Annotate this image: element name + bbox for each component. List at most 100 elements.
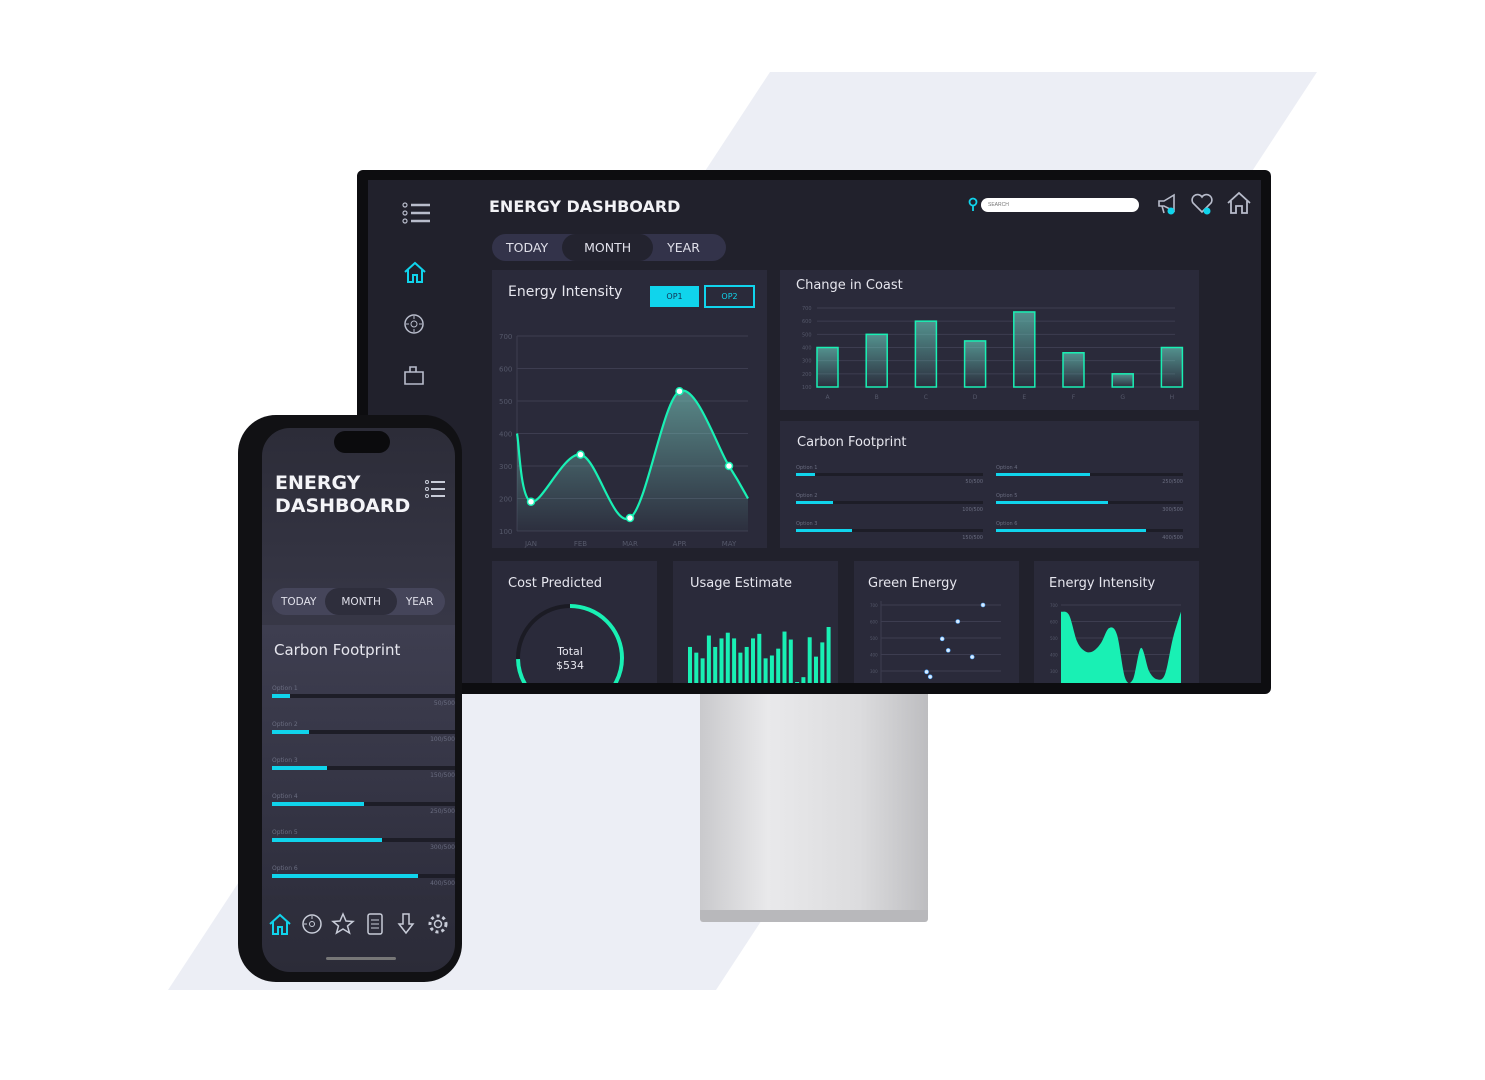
bar-label: Option 5 xyxy=(272,829,298,836)
bar-value: 100/500 xyxy=(962,507,983,513)
tab-month[interactable]: MONTH xyxy=(325,588,397,615)
carbon-bar-row: Option 2 100/500 xyxy=(272,721,455,747)
green-energy-card: Green Energy 300 400 500 600 700 xyxy=(854,561,1019,683)
bar-label: Option 4 xyxy=(996,465,1018,471)
bar-track xyxy=(272,694,455,698)
carbon-bar-row: Option 3 150/500 xyxy=(796,521,983,547)
bar-value: 250/500 xyxy=(1162,479,1183,485)
bag-icon[interactable] xyxy=(403,364,425,386)
carbon-bar-row: Option 6 400/500 xyxy=(996,521,1183,547)
bar xyxy=(700,658,705,683)
area-fill xyxy=(1061,611,1181,683)
green-energy-chart: 300 400 500 600 700 xyxy=(870,601,1001,683)
data-point xyxy=(969,654,975,660)
home-icon[interactable] xyxy=(1226,190,1252,216)
x-tick-label: H xyxy=(1170,394,1175,401)
y-tick-label: 500 xyxy=(499,398,512,406)
x-tick-label: B xyxy=(875,394,879,401)
desktop-dashboard: ENERGY DASHBOARD TODAY MONTH YEAR Energy… xyxy=(368,180,1261,683)
x-tick-label: APR xyxy=(673,540,687,548)
bar-value: 150/500 xyxy=(430,772,455,779)
bar xyxy=(713,646,718,683)
y-tick-label: 500 xyxy=(1050,636,1058,641)
carbon-bar-row: Option 4 250/500 xyxy=(996,465,1183,491)
bar-label: Option 5 xyxy=(996,493,1018,499)
tab-today[interactable]: TODAY xyxy=(272,588,325,615)
data-point xyxy=(526,497,536,506)
y-tick-label: 100 xyxy=(499,528,512,536)
carbon-bar-row: Option 5 300/500 xyxy=(996,493,1183,519)
bar-fill xyxy=(272,874,419,878)
monitor-stand xyxy=(700,694,928,912)
carbon-bar-row: Option 3 150/500 xyxy=(272,757,455,783)
area-fill xyxy=(517,390,748,531)
y-tick-label: 300 xyxy=(870,669,878,674)
y-tick-label: 500 xyxy=(802,332,812,338)
y-tick-label: 400 xyxy=(499,431,512,439)
x-tick-label: JAN xyxy=(524,540,537,548)
bar-fill xyxy=(996,473,1090,476)
data-point xyxy=(724,461,734,471)
bar-track xyxy=(272,874,455,878)
bar xyxy=(963,340,987,388)
card-title: Carbon Footprint xyxy=(274,641,401,659)
y-tick-label: 600 xyxy=(870,620,878,625)
usage-estimate-card: Usage Estimate xyxy=(673,561,838,683)
star-icon[interactable] xyxy=(331,912,355,936)
menu-icon[interactable] xyxy=(401,200,431,226)
bar xyxy=(688,646,692,683)
data-point xyxy=(980,602,986,608)
bar xyxy=(738,652,743,683)
phone: ENERGY DASHBOARD TODAY MONTH YEAR Carbon… xyxy=(238,415,462,982)
data-point xyxy=(675,387,684,396)
bar-value: 150/500 xyxy=(962,535,983,541)
bar xyxy=(788,639,793,683)
x-tick-label: C xyxy=(924,394,928,401)
bar-label: Option 2 xyxy=(796,493,818,499)
bar-value: 400/500 xyxy=(430,880,455,887)
dial-icon[interactable] xyxy=(300,912,324,936)
bar-value: 400/500 xyxy=(1162,535,1183,541)
tab-today[interactable]: TODAY xyxy=(492,234,562,261)
y-tick-label: 300 xyxy=(499,463,512,471)
bar-fill xyxy=(272,694,291,698)
data-point xyxy=(945,648,951,653)
data-point xyxy=(955,619,961,624)
carbon-bar-row: Option 4 250/500 xyxy=(272,793,455,819)
tab-month[interactable]: MONTH xyxy=(562,234,654,261)
dial-icon[interactable] xyxy=(403,313,425,335)
bar-label: Option 3 xyxy=(272,757,298,764)
heart-icon[interactable] xyxy=(1190,192,1214,216)
search-input[interactable] xyxy=(981,198,1139,212)
data-point xyxy=(924,669,929,675)
bar xyxy=(826,627,831,683)
megaphone-icon[interactable] xyxy=(1156,192,1180,216)
x-tick-label: F xyxy=(1072,394,1076,401)
bar xyxy=(1062,352,1085,388)
bar xyxy=(795,682,800,683)
bar-fill xyxy=(796,501,834,504)
tab-year[interactable]: YEAR xyxy=(397,588,443,615)
bar xyxy=(914,320,938,388)
bar-label: Option 4 xyxy=(272,793,298,800)
mobile-dashboard: ENERGY DASHBOARD TODAY MONTH YEAR Carbon… xyxy=(262,428,455,972)
document-icon[interactable] xyxy=(363,912,387,936)
download-icon[interactable] xyxy=(394,912,418,936)
home-icon[interactable] xyxy=(403,260,427,284)
bar xyxy=(801,677,806,683)
gear-icon[interactable] xyxy=(426,912,450,936)
bar xyxy=(1013,311,1036,388)
total-value: $534 xyxy=(556,659,584,672)
data-point xyxy=(576,450,585,459)
bar-track xyxy=(796,529,983,532)
tab-year[interactable]: YEAR xyxy=(653,234,714,261)
y-tick-label: 600 xyxy=(499,366,512,374)
menu-icon[interactable] xyxy=(424,478,446,500)
bar-track xyxy=(272,730,455,734)
bar xyxy=(816,346,839,388)
bar-track xyxy=(796,473,983,476)
bar-track xyxy=(996,473,1183,476)
bar xyxy=(769,655,774,683)
bar-label: Option 1 xyxy=(796,465,818,471)
home-icon[interactable] xyxy=(268,912,292,936)
